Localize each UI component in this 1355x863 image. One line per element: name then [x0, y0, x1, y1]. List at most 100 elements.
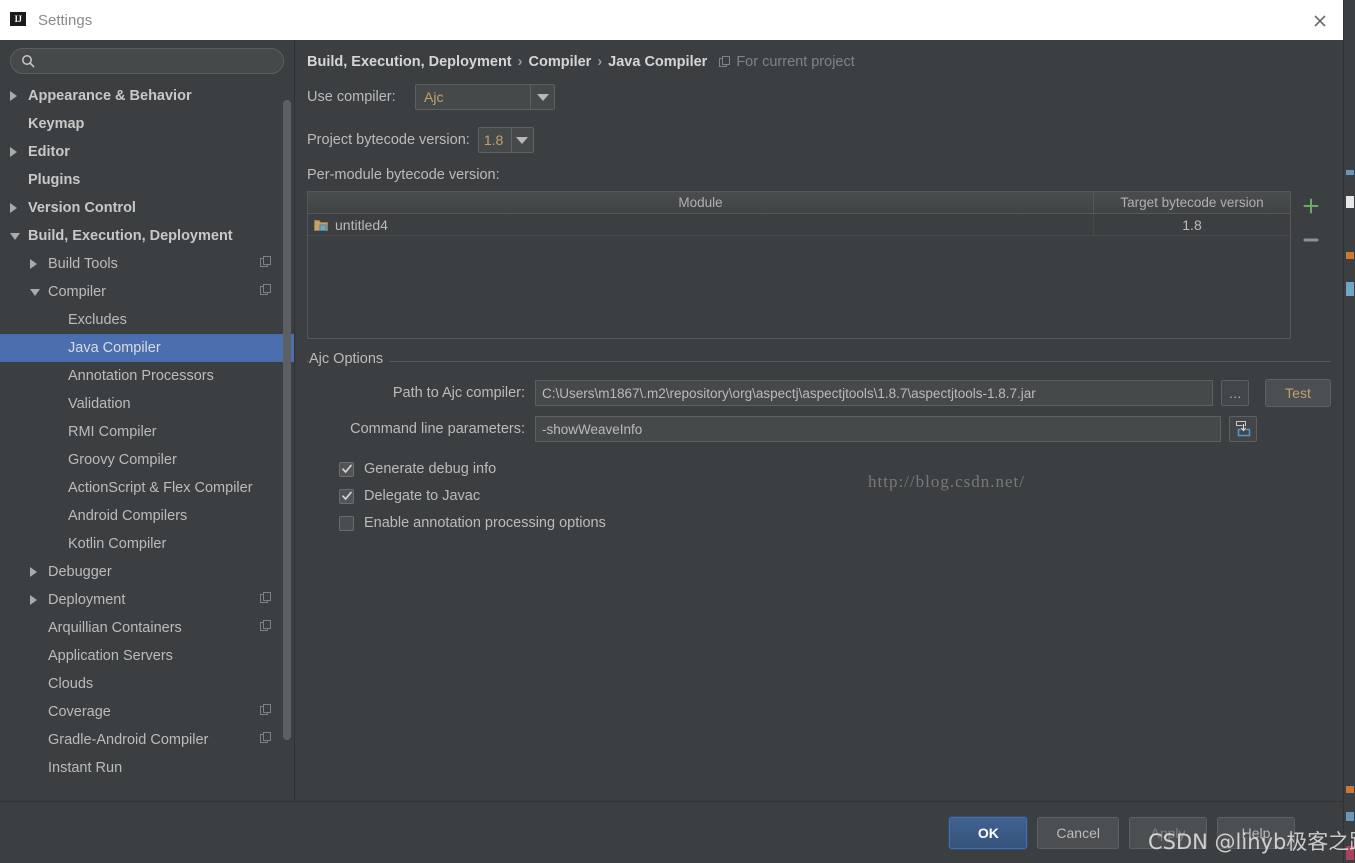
sidebar-item-label: Plugins [28, 172, 81, 188]
ok-button[interactable]: OK [949, 816, 1028, 849]
settings-sidebar: Appearance & Behavior Keymap Editor Plugins… [0, 40, 295, 801]
checkbox-label-generate-debug-info: Generate debug info [364, 461, 497, 477]
module-table[interactable]: Module Target bytecode version untitled4… [307, 191, 1291, 339]
ajc-params-input[interactable] [535, 416, 1221, 442]
expand-editor-icon [1236, 421, 1251, 437]
chevron-right-icon[interactable] [30, 259, 44, 269]
sidebar-item-label: Excludes [68, 312, 127, 328]
sidebar-item-instant-run[interactable]: Instant Run [0, 754, 294, 782]
add-module-button[interactable] [1302, 197, 1320, 220]
sidebar-item-label: Debugger [48, 564, 112, 580]
checkbox-row-generate-debug-info[interactable]: Generate debug info [339, 461, 1331, 477]
sidebar-item-kotlin-compiler[interactable]: Kotlin Compiler [0, 530, 294, 558]
sidebar-item-label: Build Tools [48, 256, 118, 272]
sidebar-item-actionscript-flex-compiler[interactable]: ActionScript & Flex Compiler [0, 474, 294, 502]
remove-module-button[interactable] [1302, 230, 1320, 248]
expand-editor-button[interactable] [1229, 416, 1257, 442]
breadcrumb-part-2[interactable]: Java Compiler [608, 54, 707, 70]
cancel-button[interactable]: Cancel [1037, 816, 1119, 849]
column-header-module[interactable]: Module [308, 192, 1094, 213]
checkbox-row-enable-annotation-processing[interactable]: Enable annotation processing options [339, 515, 1331, 531]
sidebar-item-coverage[interactable]: Coverage [0, 698, 294, 726]
breadcrumb-scope: For current project [719, 54, 855, 70]
copy-icon [260, 704, 272, 720]
sidebar-item-keymap[interactable]: Keymap [0, 110, 294, 138]
table-row[interactable]: untitled4 1.8 [308, 214, 1290, 236]
sidebar-item-label: Android Compilers [68, 508, 188, 524]
chevron-down-icon[interactable] [530, 85, 554, 109]
settings-dialog: IJ Settings Appearance & Behavior Keymap… [0, 0, 1343, 863]
chevron-down-icon[interactable] [10, 232, 24, 240]
sidebar-item-label: Gradle-Android Compiler [48, 732, 209, 748]
checkbox-generate-debug-info[interactable] [339, 461, 354, 477]
ajc-path-input[interactable] [535, 380, 1214, 406]
chevron-right-icon[interactable] [10, 147, 24, 157]
check-icon [341, 491, 352, 501]
sidebar-item-annotation-processors[interactable]: Annotation Processors [0, 362, 294, 390]
checkbox-label-delegate-to-javac: Delegate to Javac [364, 488, 481, 504]
search-box[interactable] [10, 48, 284, 74]
browse-path-button[interactable]: … [1221, 380, 1249, 406]
breadcrumb-part-1[interactable]: Compiler [528, 54, 591, 70]
chevron-right-icon[interactable] [30, 567, 44, 577]
settings-tree[interactable]: Appearance & Behavior Keymap Editor Plugins… [0, 80, 294, 801]
sidebar-item-java-compiler[interactable]: Java Compiler [0, 334, 294, 362]
settings-dialog-root: IJ Settings Appearance & Behavior Keymap… [0, 0, 1355, 863]
breadcrumb: Build, Execution, Deployment › Compiler … [295, 40, 1343, 70]
help-button[interactable]: Help [1217, 816, 1295, 849]
sidebar-item-editor[interactable]: Editor [0, 138, 294, 166]
project-bytecode-value: 1.8 [483, 132, 504, 148]
check-icon [341, 464, 352, 474]
close-icon[interactable] [1311, 12, 1329, 30]
checkbox-enable-annotation-processing[interactable] [339, 515, 354, 531]
per-module-bytecode-label: Per-module bytecode version: [307, 167, 500, 183]
sidebar-item-label: Arquillian Containers [48, 620, 182, 636]
sidebar-item-excludes[interactable]: Excludes [0, 306, 294, 334]
sidebar-item-version-control[interactable]: Version Control [0, 194, 294, 222]
project-bytecode-label: Project bytecode version: [307, 132, 470, 148]
ajc-params-label: Command line parameters: [350, 421, 525, 437]
sidebar-item-validation[interactable]: Validation [0, 390, 294, 418]
sidebar-scrollbar[interactable] [283, 100, 291, 740]
search-icon [22, 55, 35, 68]
sidebar-item-deployment[interactable]: Deployment [0, 586, 294, 614]
sidebar-item-compiler[interactable]: Compiler [0, 278, 294, 306]
chevron-right-icon[interactable] [10, 203, 24, 213]
project-bytecode-dropdown[interactable]: 1.8 [477, 127, 534, 153]
sidebar-item-debugger[interactable]: Debugger [0, 558, 294, 586]
sidebar-item-label: Build, Execution, Deployment [28, 228, 233, 244]
sidebar-item-plugins[interactable]: Plugins [0, 166, 294, 194]
search-input[interactable] [41, 52, 273, 70]
checkbox-row-delegate-to-javac[interactable]: Delegate to Javac [339, 488, 1331, 504]
sidebar-item-arquillian-containers[interactable]: Arquillian Containers [0, 614, 294, 642]
chevron-down-icon[interactable] [510, 128, 533, 152]
ajc-options-title: Ajc Options [309, 351, 390, 367]
sidebar-item-label: Groovy Compiler [68, 452, 177, 468]
checkbox-delegate-to-javac[interactable] [339, 488, 354, 504]
sidebar-item-build-execution-deployment[interactable]: Build, Execution, Deployment [0, 222, 294, 250]
sidebar-item-rmi-compiler[interactable]: RMI Compiler [0, 418, 294, 446]
sidebar-item-label: Kotlin Compiler [68, 536, 167, 552]
sidebar-item-groovy-compiler[interactable]: Groovy Compiler [0, 446, 294, 474]
chevron-down-icon[interactable] [30, 288, 44, 296]
copy-icon [260, 732, 272, 748]
module-table-toolbar [1291, 191, 1331, 339]
cell-target-bytecode[interactable]: 1.8 [1094, 214, 1290, 235]
use-compiler-row: Use compiler: Ajc [307, 84, 1343, 110]
test-button[interactable]: Test [1265, 379, 1331, 407]
apply-button[interactable]: Apply [1129, 816, 1207, 849]
breadcrumb-part-0[interactable]: Build, Execution, Deployment [307, 54, 512, 70]
sidebar-item-application-servers[interactable]: Application Servers [0, 642, 294, 670]
sidebar-item-clouds[interactable]: Clouds [0, 670, 294, 698]
sidebar-item-label: Coverage [48, 704, 111, 720]
column-header-target-bytecode[interactable]: Target bytecode version [1094, 192, 1290, 213]
use-compiler-dropdown[interactable]: Ajc [415, 84, 555, 110]
module-table-body: untitled4 1.8 [308, 214, 1290, 338]
sidebar-item-appearance-behavior[interactable]: Appearance & Behavior [0, 82, 294, 110]
sidebar-item-android-compilers[interactable]: Android Compilers [0, 502, 294, 530]
sidebar-item-gradle-android-compiler[interactable]: Gradle-Android Compiler [0, 726, 294, 754]
chevron-right-icon[interactable] [10, 91, 24, 101]
sidebar-item-build-tools[interactable]: Build Tools [0, 250, 294, 278]
chevron-right-icon[interactable] [30, 595, 44, 605]
project-bytecode-row: Project bytecode version: 1.8 [307, 127, 1343, 153]
